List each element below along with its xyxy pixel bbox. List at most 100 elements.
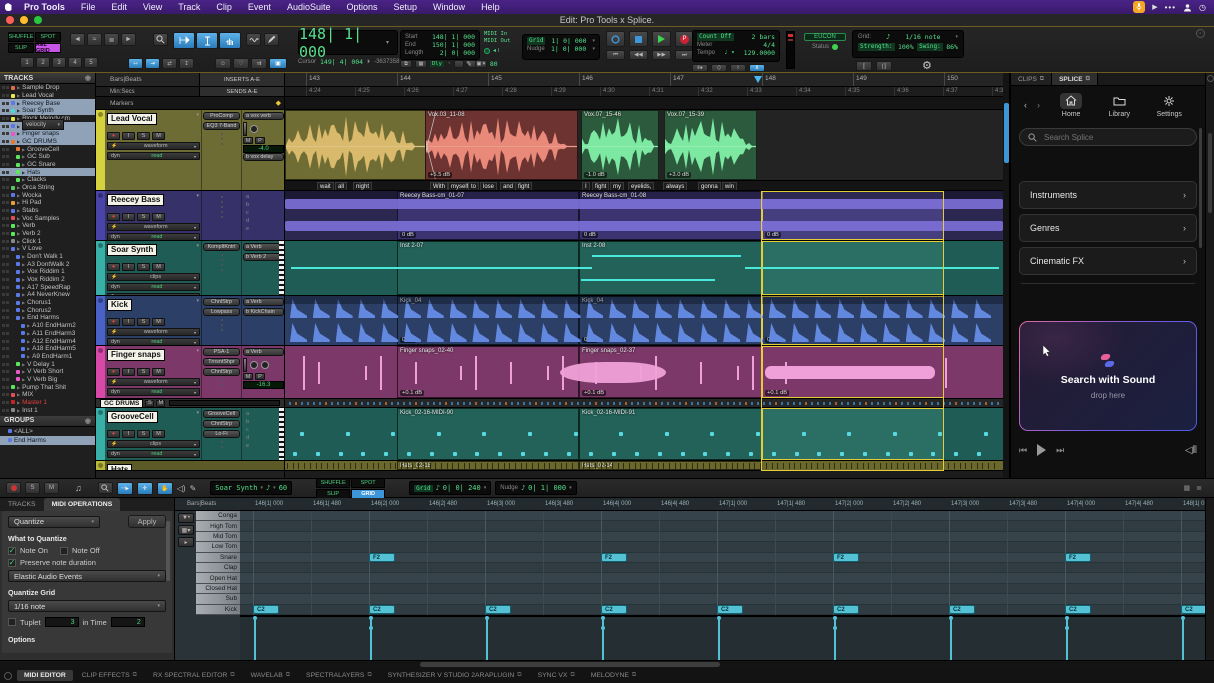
drum-label-high-tom[interactable]: High Tom: [196, 521, 240, 531]
track-name-box[interactable]: Hats: [107, 464, 132, 471]
velocity-stem[interactable]: [950, 618, 952, 660]
search-with-sound-dropzone[interactable]: Search with Sound drop here: [1019, 321, 1197, 431]
track-automation-selector[interactable]: dynread▾: [107, 450, 200, 458]
folder-btn-M[interactable]: M: [156, 400, 165, 407]
target-icon[interactable]: [4, 672, 12, 680]
tracks-panel-menu-icon[interactable]: ◉: [85, 74, 91, 82]
ruler-markers-label[interactable]: Markers: [96, 100, 133, 107]
track-s-button[interactable]: S: [137, 263, 150, 271]
menu-clip[interactable]: Clip: [208, 2, 240, 12]
record-button[interactable]: [606, 31, 625, 47]
empty-send-slot[interactable]: e: [243, 225, 284, 233]
midi-note-c2[interactable]: C2: [369, 605, 395, 614]
selector-tool-icon[interactable]: [196, 32, 218, 49]
fast-forward-button[interactable]: ▶▶: [652, 50, 671, 60]
menu-file[interactable]: File: [73, 2, 104, 12]
tuplet-n-field[interactable]: 3: [45, 617, 79, 627]
minsec-ruler[interactable]: 4:244:254:264:274:284:294:304:314:324:33…: [285, 87, 1003, 97]
midi-editor-list-icon[interactable]: ≣: [1196, 484, 1202, 492]
empty-send-slot[interactable]: e: [243, 442, 284, 450]
selection-readout[interactable]: Start148| 1| 000 End150| 1| 000 Length2|…: [400, 30, 480, 60]
track-automation-selector[interactable]: dynread▾: [107, 283, 200, 291]
clip-Finger snaps_02-40[interactable]: Finger snaps_02-40+0.1 dB: [397, 346, 579, 398]
link-track-edit-icon[interactable]: ▣: [269, 58, 287, 69]
drum-lane-conga[interactable]: [240, 511, 1205, 521]
back-icon[interactable]: ‹: [1021, 100, 1030, 110]
track-list-item[interactable]: ▶V Verb Big: [0, 376, 95, 384]
track-list-item[interactable]: ▶A10 EndHarm2: [0, 322, 95, 330]
user-icon[interactable]: [1183, 3, 1192, 12]
track-menu-icon[interactable]: ▾: [196, 193, 199, 199]
folder-name[interactable]: GC DRUMS: [100, 399, 143, 408]
zoomer-tool-icon[interactable]: [153, 33, 168, 46]
empty-send-slot[interactable]: b: [243, 418, 284, 426]
track-list-item[interactable]: ▶Stabs: [0, 207, 95, 215]
track-header-kick[interactable]: Kick▾●ISM⚡waveform▾dynread▾𝄢elastiquePRO…: [96, 296, 284, 346]
track-i-button[interactable]: I: [122, 430, 135, 438]
track-list-item[interactable]: ▶GC Sub: [0, 153, 95, 161]
zoom-preset-2[interactable]: 2: [36, 57, 50, 68]
groups-panel-menu-icon[interactable]: ◉: [85, 417, 91, 425]
send-knob[interactable]: [250, 125, 258, 133]
track-list-item[interactable]: ▶V Love: [0, 245, 95, 253]
pointer-small-icon[interactable]: ▸: [178, 537, 194, 547]
lane-lyrics-strip[interactable]: waitallnightWithmyselftoloseandfightIfig…: [285, 181, 1003, 191]
drum-label-conga[interactable]: Conga: [196, 511, 240, 521]
notation-icon[interactable]: ♫: [75, 483, 82, 493]
countoff-toggle-icon[interactable]: Ⅱ●: [692, 64, 708, 72]
midi-pencil-icon[interactable]: ✎: [190, 484, 197, 493]
timeline-vscrollbar[interactable]: [1003, 73, 1010, 478]
timeline-insert-icon[interactable]: ⧉: [400, 60, 412, 68]
track-list-item[interactable]: ▶Wocka: [0, 191, 95, 199]
empty-insert-slot[interactable]: [221, 216, 223, 218]
track-header-gc-drums[interactable]: GC DRUMSSM: [96, 399, 284, 408]
empty-insert-slot[interactable]: [221, 206, 223, 208]
track-m-button[interactable]: M: [152, 368, 165, 376]
track-list-item[interactable]: ▶Verb 2: [0, 230, 95, 238]
track-view-selector[interactable]: ⚡clips▾: [107, 440, 200, 448]
smiley-icon[interactable]: ☺: [215, 58, 231, 69]
operation-select[interactable]: Quantize▾: [8, 516, 100, 528]
midi-note-f2[interactable]: F2: [833, 553, 859, 562]
play-button[interactable]: [652, 31, 671, 47]
previous-sample-icon[interactable]: ⏮: [1019, 445, 1027, 456]
zoom-preset-3[interactable]: 3: [52, 57, 66, 68]
menu-event[interactable]: Event: [240, 2, 279, 12]
grid-small-icon[interactable]: ▦: [415, 60, 427, 68]
conductor-icon[interactable]: ⌇: [730, 64, 746, 72]
track-menu-icon[interactable]: ▾: [196, 298, 199, 304]
mode-rel-grid[interactable]: REL GRID: [35, 43, 61, 53]
zoom-preset-5[interactable]: 5: [84, 57, 98, 68]
empty-insert-slot[interactable]: [221, 329, 223, 331]
freeze-icon[interactable]: [98, 348, 103, 353]
send-knob[interactable]: [261, 361, 269, 369]
empty-insert-slot[interactable]: [221, 384, 223, 386]
statusbar-tab-spectralayers[interactable]: SPECTRALAYERS⧉: [299, 670, 379, 681]
zoom-out-arrow-icon[interactable]: ◄: [70, 33, 85, 46]
freeze-icon[interactable]: [98, 112, 103, 117]
midi-note-c2[interactable]: C2: [1065, 605, 1091, 614]
track-view-selector[interactable]: ⚡waveform▾: [107, 223, 200, 231]
track-menu-icon[interactable]: ▾: [196, 112, 199, 118]
send-fader[interactable]: [243, 122, 247, 136]
mirror-midi-icon[interactable]: ♡: [233, 58, 249, 69]
track-list-item[interactable]: ▶Hi Pad: [0, 199, 95, 207]
statusbar-tab-sync-vx[interactable]: SYNC VX⧉: [531, 670, 582, 681]
empty-insert-slot[interactable]: [221, 379, 223, 381]
midi-note-c2[interactable]: C2: [1181, 605, 1205, 614]
track-automation-selector[interactable]: dynread▾: [107, 338, 200, 346]
trim-tool-icon[interactable]: [173, 32, 195, 49]
send-a-vox-verb[interactable]: a vox verb: [243, 112, 284, 120]
checkbox-note-on[interactable]: ✓: [8, 547, 16, 555]
track-list-item[interactable]: ▶Verb: [0, 222, 95, 230]
checkbox-note-off[interactable]: [60, 547, 68, 555]
track-name-box[interactable]: Kick: [107, 299, 132, 311]
clip-Inst 2-08[interactable]: Inst 2-08: [579, 241, 762, 295]
track-list-item[interactable]: ▶A3 DontWalk 2: [0, 260, 95, 268]
track-i-button[interactable]: I: [122, 368, 135, 376]
lyric-marker[interactable]: my: [610, 182, 624, 191]
track-view-selector[interactable]: ⚡clips▾: [107, 273, 200, 281]
statusbar-tab-clip-effects[interactable]: CLIP EFFECTS⧉: [75, 670, 144, 681]
midi-speaker-icon[interactable]: ◁): [177, 484, 186, 493]
lyric-marker[interactable]: and: [500, 182, 516, 191]
